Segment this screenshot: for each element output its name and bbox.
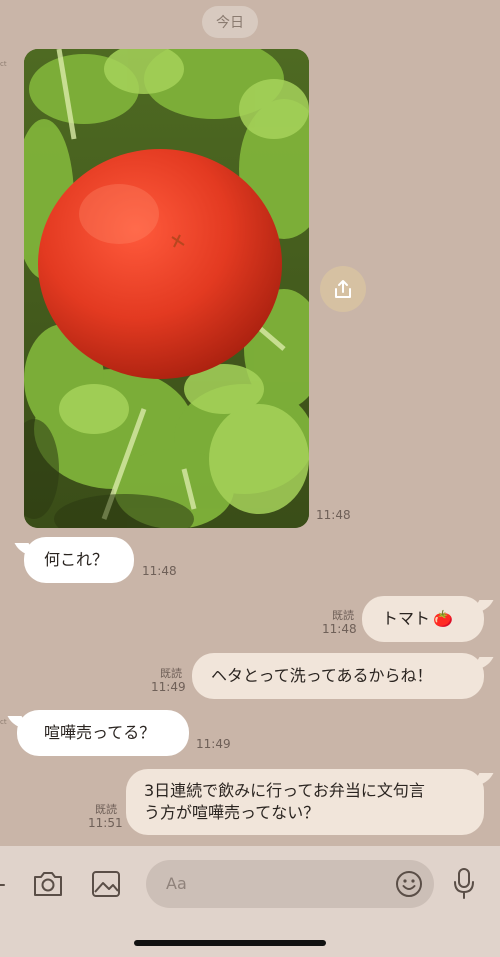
message-time: 11:49: [196, 737, 231, 751]
message-bubble[interactable]: 喧嘩売ってる？: [17, 710, 189, 756]
microphone-icon[interactable]: [450, 866, 478, 902]
read-receipt: 既読: [332, 609, 354, 622]
composer-toolbar: Aa: [0, 846, 500, 957]
emoji-icon[interactable]: [394, 869, 424, 899]
message-time: 11:48: [322, 622, 357, 636]
message-time: 11:49: [151, 680, 186, 694]
share-icon: [335, 280, 351, 298]
message-input[interactable]: Aa: [146, 860, 434, 908]
tomato-emoji: 🍅: [433, 609, 453, 628]
plus-icon[interactable]: [0, 872, 12, 898]
message-bubble[interactable]: ヘタとって洗ってあるからね！: [192, 653, 484, 699]
edge-marker: ct: [0, 718, 7, 726]
camera-icon[interactable]: [31, 868, 65, 900]
home-indicator: [134, 940, 326, 946]
message-text: 何これ？: [44, 550, 109, 569]
message-time: 11:48: [142, 564, 177, 578]
message-bubble[interactable]: 何これ？: [24, 537, 134, 583]
message-bubble[interactable]: 3日連続で飲みに行ってお弁当に文句言 う方が喧嘩売ってない？: [126, 769, 484, 835]
photo-message[interactable]: [24, 49, 309, 528]
message-text: ヘタとって洗ってあるからね！: [211, 666, 433, 685]
image-icon[interactable]: [89, 868, 123, 900]
read-receipt: 既読: [95, 803, 117, 816]
edge-marker: ct: [0, 60, 7, 68]
message-time: 11:48: [316, 508, 351, 522]
input-placeholder: Aa: [166, 874, 187, 893]
share-button[interactable]: [320, 266, 366, 312]
message-text: 喧嘩売ってる？: [44, 723, 156, 742]
read-receipt: 既読: [160, 667, 182, 680]
message-text: トマト: [382, 609, 431, 628]
message-text-line-2: う方が喧嘩売ってない？: [144, 803, 320, 822]
date-separator: 今日: [202, 6, 258, 38]
message-time: 11:51: [88, 816, 123, 830]
message-text-line-1: 3日連続で飲みに行ってお弁当に文句言: [144, 781, 425, 800]
message-bubble[interactable]: トマト 🍅: [362, 596, 484, 642]
tomato-photo: [24, 49, 309, 528]
